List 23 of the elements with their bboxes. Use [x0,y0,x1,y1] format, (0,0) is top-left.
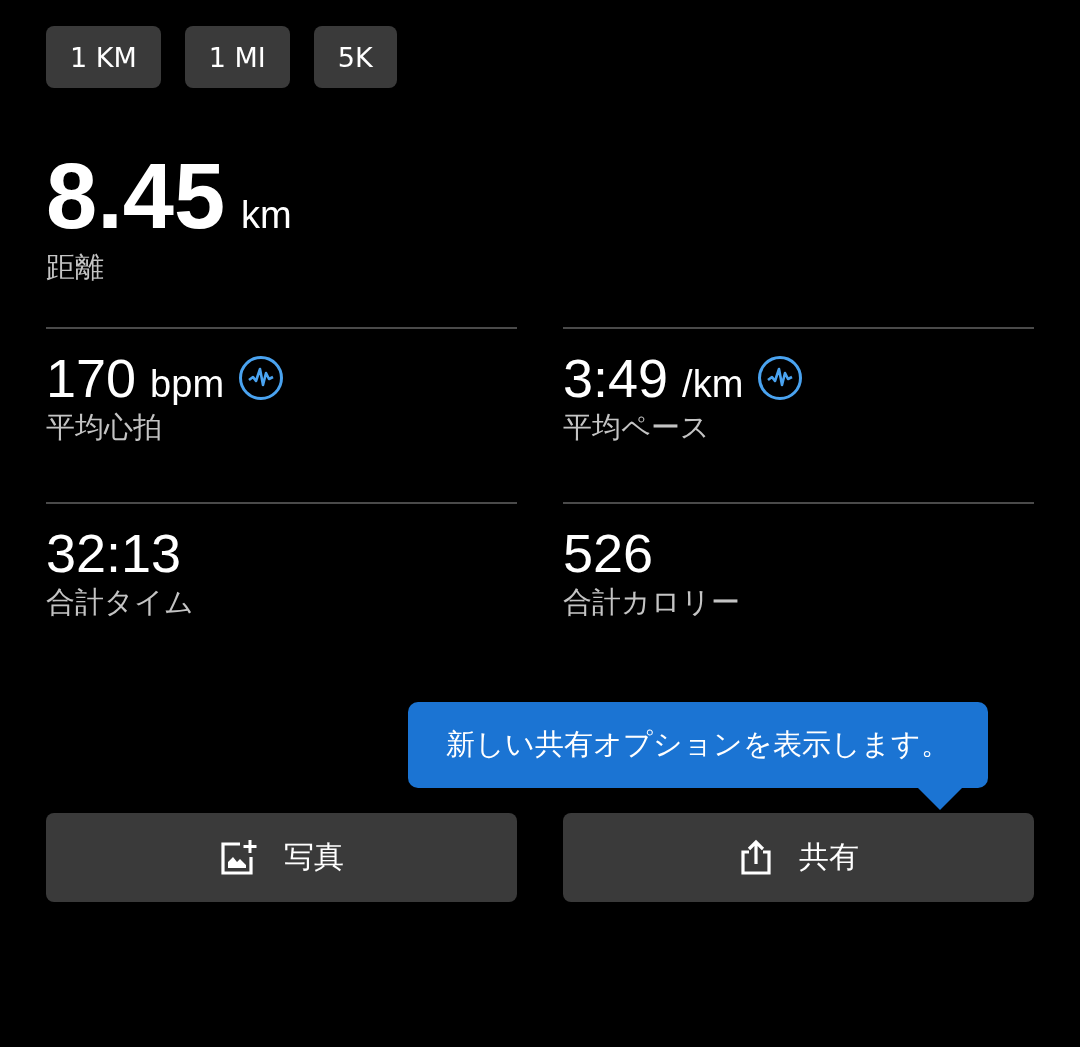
share-button[interactable]: 共有 [563,812,1034,902]
stat-unit: /km [682,364,744,403]
stat-unit: bpm [150,364,225,403]
distance-unit: km [241,196,292,234]
photo-button[interactable]: 写真 [46,812,517,902]
stat-value: 526 [563,523,654,584]
stat-label: 合計カロリー [563,585,741,620]
distance-chip[interactable]: 1 KM [46,26,161,88]
add-photo-icon [219,838,258,877]
stat-value: 170 [46,348,137,409]
tooltip-arrow [918,787,962,810]
heart-rate-icon [238,355,285,402]
stat-value: 3:49 [563,348,669,409]
stat-label: 平均ペース [563,410,711,445]
stat-value: 32:13 [46,523,182,584]
distance-chip[interactable]: 5K [313,26,397,88]
share-icon [738,838,773,877]
heart-rate-icon [757,355,804,402]
distance-chip[interactable]: 1 MI [184,26,290,88]
distance-label: 距離 [46,250,105,285]
stat-label: 平均心拍 [46,410,163,445]
stat-label: 合計タイム [46,585,195,620]
distance-value: 8.45 [46,150,226,242]
